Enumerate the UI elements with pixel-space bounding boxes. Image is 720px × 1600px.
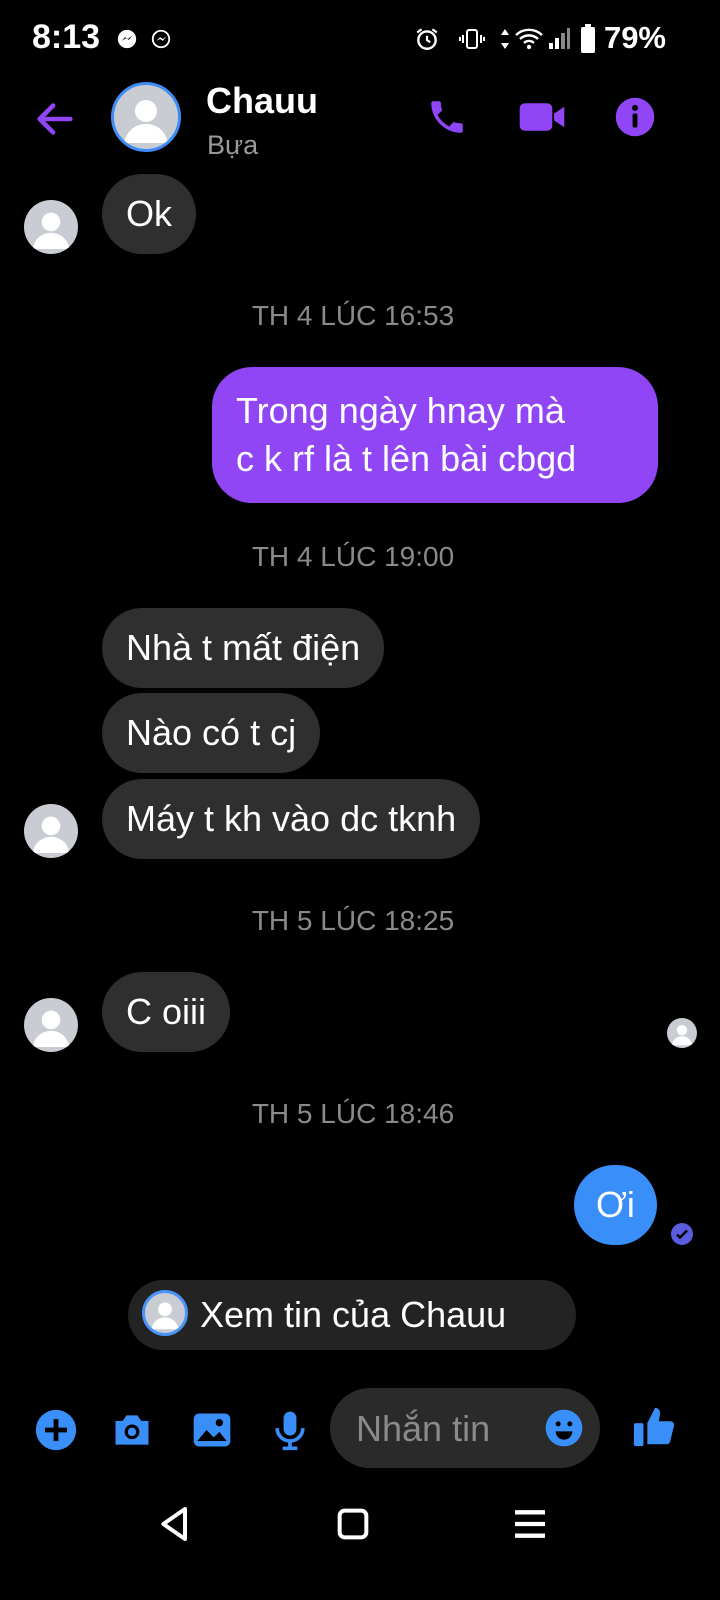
message-input-container[interactable] [330,1388,600,1470]
incoming-message[interactable]: Nào có t cj [102,693,321,773]
default-avatar-icon [32,212,70,249]
status-bar: 8:13 79% [0,0,720,80]
vibrate-icon [459,29,485,49]
seen-avatar [667,1018,697,1048]
contact-avatar[interactable] [111,82,181,152]
emoji-icon[interactable] [544,1408,584,1448]
timestamp: TH 5 LÚC 18:46 [251,1098,455,1129]
message-line: c k rf là t lên bài cbgd [236,438,577,479]
default-avatar-icon [151,1302,179,1330]
contact-name[interactable]: Chauu [206,80,318,122]
nav-back-icon[interactable] [155,1504,195,1544]
gallery-icon[interactable] [190,1408,234,1452]
status-time: 8:13 [32,18,101,56]
battery-icon [581,24,595,53]
timestamp: TH 5 LÚC 18:25 [251,905,455,936]
default-avatar-icon [32,816,70,853]
like-icon[interactable] [632,1404,678,1450]
phone-icon[interactable] [426,96,468,138]
incoming-message[interactable]: Nhà t mất điện [102,608,385,688]
mic-icon[interactable] [268,1408,312,1452]
wifi-icon [515,28,543,50]
story-avatar [142,1290,188,1336]
timestamp: TH 4 LÚC 19:00 [251,541,455,572]
timestamp: TH 4 LÚC 16:53 [251,300,455,331]
data-icon [501,29,509,49]
default-avatar-icon [671,1025,693,1046]
messenger-icon [151,29,171,49]
delivered-check-icon [671,1223,693,1245]
signal-icon [549,28,570,49]
sender-avatar[interactable] [24,200,78,254]
back-arrow-icon[interactable] [32,96,78,142]
video-icon[interactable] [518,96,566,138]
nav-home-icon[interactable] [333,1504,373,1544]
camera-icon[interactable] [110,1408,154,1452]
message-input[interactable] [354,1388,538,1470]
messenger-icon [117,29,137,49]
sender-avatar[interactable] [24,804,78,858]
alarm-icon [416,28,438,50]
contact-nickname: Bựa [207,130,259,160]
sender-avatar[interactable] [24,998,78,1052]
outgoing-message[interactable]: Trong ngày hnay mà c k rf là t lên bài c… [212,367,658,503]
outgoing-message[interactable]: Ơi [574,1165,657,1245]
message-line: Trong ngày hnay mà [236,390,565,431]
nav-recents-icon[interactable] [510,1504,550,1544]
incoming-message[interactable]: Ok [102,174,197,254]
default-avatar-icon [32,1010,70,1047]
incoming-message[interactable]: Máy t kh vào dc tknh [102,779,481,859]
battery-percentage: 79% [603,20,666,55]
info-icon[interactable] [614,96,656,138]
view-story-button[interactable]: Xem tin của Chauu [128,1280,576,1350]
default-avatar-icon [124,100,168,143]
plus-icon[interactable] [34,1408,78,1452]
incoming-message[interactable]: C oiii [102,972,231,1052]
view-story-label: Xem tin của Chauu [200,1294,507,1335]
